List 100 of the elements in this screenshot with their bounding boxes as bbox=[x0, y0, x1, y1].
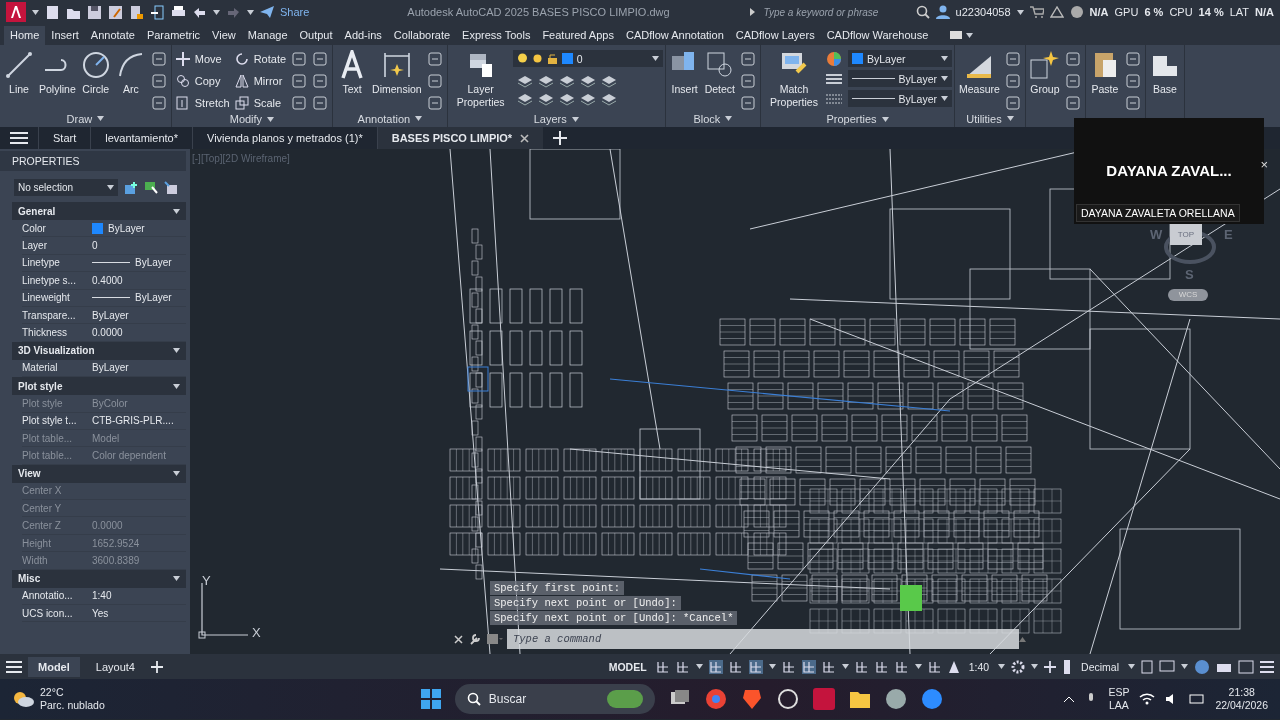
close-icon[interactable] bbox=[454, 634, 463, 644]
model-space-button[interactable]: MODEL bbox=[605, 658, 650, 675]
ribbon-tab[interactable]: Manage bbox=[241, 26, 294, 45]
close-button[interactable]: × bbox=[1254, 156, 1274, 173]
ribbon-tab[interactable]: Insert bbox=[45, 26, 85, 45]
annotation-scale-button[interactable]: 1:40 bbox=[965, 658, 993, 675]
autocad-icon[interactable] bbox=[812, 688, 835, 710]
tool-button[interactable]: Detect bbox=[702, 48, 738, 110]
osnap-icon[interactable] bbox=[801, 659, 816, 674]
document-icon[interactable] bbox=[129, 4, 144, 20]
ribbon-tab[interactable]: Parametric bbox=[140, 26, 207, 45]
properties-icon[interactable] bbox=[1141, 659, 1153, 674]
ribbon-tab[interactable]: Output bbox=[293, 26, 339, 45]
property-dropdown[interactable]: ByLayer bbox=[848, 70, 953, 87]
tool-icon[interactable] bbox=[313, 96, 328, 110]
section-header[interactable]: 3D Visualization bbox=[12, 341, 186, 360]
tool-icon[interactable] bbox=[1125, 96, 1140, 110]
grid-icon[interactable] bbox=[655, 659, 670, 674]
tool-icon[interactable] bbox=[1005, 74, 1020, 88]
workspace-icon[interactable] bbox=[1159, 659, 1175, 674]
cycling-icon[interactable] bbox=[894, 659, 909, 674]
tool-button[interactable]: Dimension bbox=[370, 48, 424, 110]
tool-icon[interactable] bbox=[1065, 74, 1080, 88]
section-header[interactable]: View bbox=[12, 464, 186, 483]
layer-tool-icon[interactable] bbox=[516, 92, 533, 106]
layer-tool-icon[interactable] bbox=[600, 92, 617, 106]
tool-icon[interactable] bbox=[1065, 52, 1080, 66]
lion-icon[interactable] bbox=[740, 688, 763, 710]
ribbon-tab[interactable]: Home bbox=[4, 26, 46, 45]
transparency-icon[interactable] bbox=[874, 659, 889, 674]
tool-icon[interactable] bbox=[151, 74, 166, 88]
layout-tab[interactable]: Layout4 bbox=[85, 656, 145, 677]
tool-icon[interactable] bbox=[427, 96, 442, 110]
panel-title[interactable]: Properties bbox=[826, 113, 877, 125]
tool-button[interactable]: Polyline bbox=[37, 48, 78, 110]
chevron-up-icon[interactable] bbox=[1064, 696, 1075, 702]
section-header[interactable]: Plot style bbox=[12, 377, 186, 396]
isodraft-icon[interactable] bbox=[781, 659, 796, 674]
tool-button[interactable]: Rotate bbox=[232, 51, 289, 67]
plus-icon[interactable] bbox=[150, 660, 163, 673]
polar-icon[interactable] bbox=[748, 659, 763, 674]
panel-title[interactable]: Utilities bbox=[966, 112, 1002, 125]
tool-icon[interactable] bbox=[741, 52, 756, 66]
layer-tool-icon[interactable] bbox=[537, 92, 554, 106]
panel-title[interactable]: Annotation bbox=[357, 112, 411, 125]
ribbon-tab[interactable]: View bbox=[206, 26, 242, 45]
tool-icon[interactable] bbox=[427, 74, 442, 88]
disc-icon[interactable] bbox=[884, 688, 907, 710]
snap-icon[interactable] bbox=[675, 659, 690, 674]
layer-tool-icon[interactable] bbox=[579, 92, 596, 106]
gear-icon[interactable] bbox=[1011, 659, 1026, 674]
tool-button[interactable]: Copy bbox=[173, 73, 232, 89]
tool-icon[interactable] bbox=[1005, 52, 1020, 66]
tool-button[interactable]: Line bbox=[2, 48, 36, 110]
property-dropdown[interactable]: ByLayer bbox=[848, 50, 953, 67]
close-icon[interactable] bbox=[520, 133, 530, 143]
layer-dropdown[interactable]: 0 bbox=[512, 50, 663, 67]
lineweight-icon[interactable] bbox=[854, 659, 869, 674]
infer-icon[interactable] bbox=[708, 659, 723, 674]
property-dropdown[interactable]: ByLayer bbox=[848, 90, 953, 107]
otrack-icon[interactable] bbox=[821, 659, 836, 674]
app-icon[interactable] bbox=[776, 688, 799, 710]
layer-tool-icon[interactable] bbox=[558, 92, 575, 106]
tool-button[interactable]: Insert bbox=[667, 48, 702, 110]
layer-tool-icon[interactable] bbox=[558, 74, 575, 88]
chrome-icon[interactable] bbox=[704, 688, 727, 710]
plus-icon[interactable] bbox=[553, 131, 568, 145]
layer-tool-icon[interactable] bbox=[537, 74, 554, 88]
plus-icon[interactable] bbox=[1044, 660, 1057, 673]
ribbon-tab[interactable]: CADflow Layers bbox=[729, 26, 821, 45]
tool-button[interactable]: Mirror bbox=[232, 73, 289, 89]
clean-screen-icon[interactable] bbox=[1238, 659, 1254, 674]
start-icon[interactable] bbox=[420, 689, 441, 709]
panel-title[interactable]: Layers bbox=[533, 113, 567, 125]
command-prompt-icon[interactable] bbox=[487, 634, 503, 644]
cart-icon[interactable] bbox=[1029, 6, 1044, 18]
ribbon-tab[interactable]: Annotate bbox=[84, 26, 141, 45]
panel-title[interactable]: Block bbox=[693, 112, 721, 125]
selection-dropdown[interactable]: No selection bbox=[14, 179, 118, 196]
clock[interactable]: 21:38 22/04/2026 bbox=[1215, 686, 1268, 712]
tool-button[interactable]: Measure bbox=[957, 48, 1002, 110]
tool-icon[interactable] bbox=[1125, 52, 1140, 66]
tool-icon[interactable] bbox=[313, 74, 328, 88]
tool-button[interactable]: Stretch bbox=[173, 95, 232, 111]
user-name[interactable]: u22304058 bbox=[955, 6, 1011, 18]
search-icon[interactable] bbox=[915, 5, 930, 19]
units-button[interactable]: Decimal bbox=[1078, 658, 1122, 675]
tool-icon[interactable] bbox=[1065, 96, 1080, 110]
ribbon-tab[interactable]: Collaborate bbox=[387, 26, 457, 45]
wrench-icon[interactable] bbox=[469, 633, 481, 645]
zoom-icon[interactable] bbox=[920, 688, 943, 710]
wifi-icon[interactable] bbox=[1139, 693, 1156, 705]
layer-tool-icon[interactable] bbox=[600, 74, 617, 88]
tool-icon[interactable] bbox=[741, 74, 756, 88]
layer-tool-icon[interactable] bbox=[516, 74, 533, 88]
tool-icon[interactable] bbox=[292, 52, 307, 66]
tool-button[interactable]: Group bbox=[1027, 48, 1062, 110]
new-file-icon[interactable] bbox=[45, 4, 60, 20]
tool-icon[interactable] bbox=[151, 52, 166, 66]
layer-tool-icon[interactable] bbox=[579, 74, 596, 88]
